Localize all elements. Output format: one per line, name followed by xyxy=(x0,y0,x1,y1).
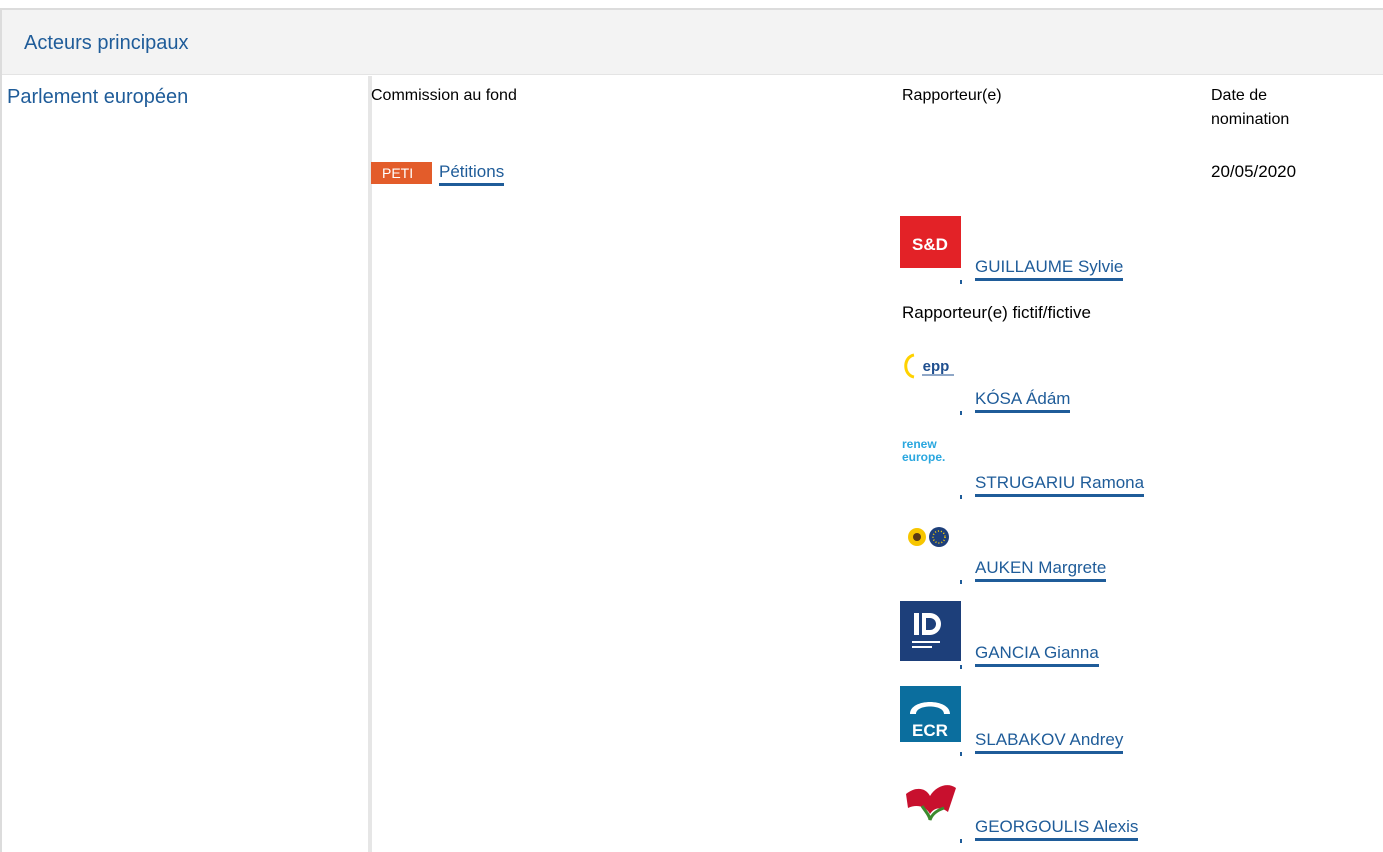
renew-logo-line2: europe. xyxy=(902,450,945,464)
date-header-line1: Date de xyxy=(1211,87,1268,104)
link-marker-icon xyxy=(960,665,962,669)
shadow-rapporteur-link[interactable]: KÓSA Ádám xyxy=(975,389,1071,413)
shadow-rapporteur-link[interactable]: SLABAKOV Andrey xyxy=(975,730,1124,754)
identity-democracy-logo-icon xyxy=(900,601,961,661)
renew-logo-line1: renew xyxy=(902,437,937,451)
link-marker-icon xyxy=(960,580,962,584)
link-marker-icon xyxy=(960,839,962,843)
link-marker-icon xyxy=(960,495,962,499)
epp-logo-icon: epp xyxy=(900,347,961,399)
shadow-rapporteur-link[interactable]: AUKEN Margrete xyxy=(975,558,1107,582)
link-marker-icon xyxy=(960,752,962,756)
rapporteur-column-header: Rapporteur(e) xyxy=(902,87,1002,104)
shadow-rapporteur-label: Rapporteur(e) fictif/fictive xyxy=(902,303,1091,322)
committee-link[interactable]: Pétitions xyxy=(439,162,505,186)
greens-efa-logo-icon xyxy=(900,516,961,568)
date-column-header: Date de nomination xyxy=(1211,84,1289,132)
ecr-logo-text: ECR xyxy=(912,721,948,740)
rapporteur-link[interactable]: GUILLAUME Sylvie xyxy=(975,257,1124,281)
column-divider xyxy=(368,76,372,852)
section-header: Acteurs principaux xyxy=(2,10,1383,75)
link-marker-icon xyxy=(960,280,962,284)
epp-logo-text: epp xyxy=(923,358,950,375)
sd-group-logo-icon: S&D xyxy=(900,216,961,268)
sd-logo-text: S&D xyxy=(912,235,948,254)
committee-column-header: Commission au fond xyxy=(371,87,517,104)
procedure-panel xyxy=(0,8,1383,852)
shadow-rapporteur-link[interactable]: STRUGARIU Ramona xyxy=(975,473,1145,497)
left-group-logo-icon xyxy=(900,776,961,828)
shadow-rapporteur-link[interactable]: GEORGOULIS Alexis xyxy=(975,817,1139,841)
renew-europe-logo-icon: renew europe. xyxy=(900,431,961,483)
date-header-line2: nomination xyxy=(1211,111,1290,128)
institution-name: Parlement européen xyxy=(7,86,189,108)
committee-badge: PETI xyxy=(371,162,432,184)
section-title: Acteurs principaux xyxy=(24,32,189,54)
ecr-logo-icon: ECR xyxy=(900,686,961,742)
link-marker-icon xyxy=(960,411,962,415)
shadow-rapporteur-link[interactable]: GANCIA Gianna xyxy=(975,643,1099,667)
nomination-date: 20/05/2020 xyxy=(1211,162,1297,181)
